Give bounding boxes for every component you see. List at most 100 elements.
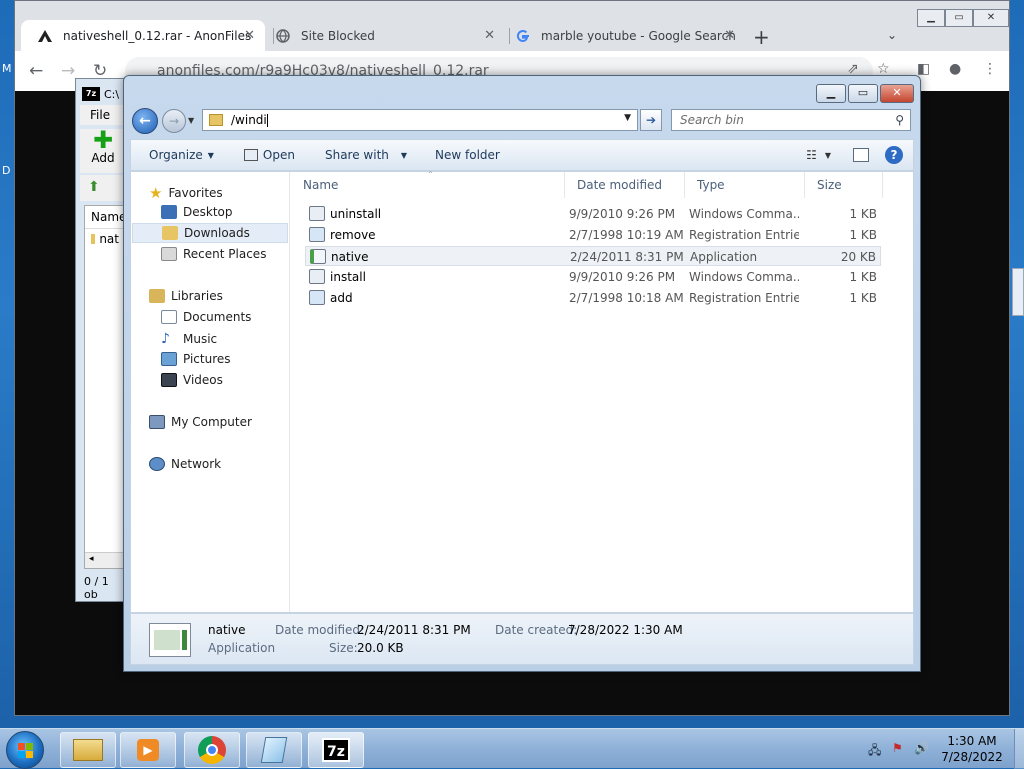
views-icon[interactable]: ☷ [806, 148, 817, 162]
command-bar: Organize ▼ Open Share with ▼ New folder ☷ … [130, 139, 914, 171]
search-icon: ⚲ [895, 113, 904, 127]
table-row[interactable]: remove 2/7/1998 10:19 AM Registration En… [305, 225, 881, 245]
volume-icon[interactable]: 🔊 [914, 741, 929, 755]
maximize-button[interactable]: ▭ [848, 84, 878, 103]
preview-pane-icon[interactable] [853, 148, 869, 162]
profile-icon[interactable]: ● [949, 61, 961, 77]
nav-label: Pictures [183, 352, 231, 366]
google-icon [515, 28, 531, 44]
nav-music[interactable]: ♪ Music [161, 331, 217, 347]
new-tab-button[interactable]: + [753, 25, 770, 49]
menu-file[interactable]: File [80, 105, 126, 125]
network-tray-icon[interactable]: 🖧 [868, 741, 881, 762]
minimize-button[interactable]: ▁ [917, 9, 945, 27]
view-controls: ☷ ▼ ? [806, 146, 903, 164]
libraries-icon [149, 289, 165, 303]
table-row[interactable]: uninstall 9/9/2010 9:26 PM Windows Comma… [305, 204, 881, 224]
7zip-icon: 7z [82, 87, 100, 101]
help-icon[interactable]: ? [885, 146, 903, 164]
nav-label: Videos [183, 373, 223, 387]
minimize-button[interactable]: ▁ [816, 84, 846, 103]
folder-up-button[interactable]: ⬆ [80, 175, 126, 201]
table-row[interactable]: install 9/9/2010 9:26 PM Windows Comma..… [305, 267, 881, 287]
detail-created-value: 7/28/2022 1:30 AM [568, 623, 683, 637]
nav-favorites[interactable]: ★ Favorites [149, 184, 223, 202]
forward-arrow-icon[interactable]: → [162, 109, 186, 133]
nav-desktop[interactable]: Desktop [161, 205, 233, 219]
desktop-label-d: D [2, 164, 11, 177]
start-button[interactable] [6, 731, 44, 769]
nav-my-computer[interactable]: My Computer [149, 415, 252, 429]
history-dropdown-icon[interactable]: ▼ [188, 116, 194, 125]
file-date: 2/24/2011 8:31 PM [570, 250, 684, 264]
nav-pictures[interactable]: Pictures [161, 352, 231, 366]
registry-icon [309, 290, 325, 305]
show-desktop-button[interactable] [1014, 729, 1024, 769]
maximize-button[interactable]: ▭ [945, 9, 973, 27]
search-input[interactable]: Search bin ⚲ [671, 109, 911, 131]
nav-label: Favorites [168, 186, 223, 200]
tab-anonfiles[interactable]: nativeshell_0.12.rar - AnonFiles ✕ [21, 20, 265, 51]
open-button[interactable]: Open [243, 148, 295, 162]
registry-icon [309, 227, 325, 242]
address-input[interactable]: /windi ▼ [202, 109, 638, 131]
taskbar-media-player[interactable]: ▶ [120, 732, 176, 768]
taskbar-notepad[interactable] [246, 732, 302, 768]
close-window-button[interactable]: ✕ [973, 9, 1009, 27]
file-type: Application [690, 250, 758, 264]
table-row[interactable]: native 2/24/2011 8:31 PM Application 20 … [305, 246, 881, 266]
nav-libraries[interactable]: Libraries [149, 289, 223, 303]
sidepanel-icon[interactable]: ◧ [917, 61, 930, 77]
menu-dots-icon[interactable]: ⋮ [983, 61, 997, 77]
file-name: install [330, 270, 366, 284]
file-name: remove [330, 228, 376, 242]
nav-videos[interactable]: Videos [161, 373, 223, 387]
column-header-size[interactable]: Size [805, 172, 883, 198]
organize-button[interactable]: Organize ▼ [149, 148, 214, 162]
taskbar-explorer[interactable] [60, 732, 116, 768]
file-size: 1 KB [849, 291, 877, 305]
new-folder-button[interactable]: New folder [435, 148, 500, 162]
column-header-type[interactable]: Type [685, 172, 805, 198]
chevron-down-icon[interactable]: ⌄ [887, 28, 897, 42]
explorer-icon [73, 739, 103, 761]
back-arrow-icon[interactable]: ← [132, 108, 158, 134]
tab-site-blocked[interactable]: Site Blocked ✕ [259, 20, 505, 51]
nav-recent-places[interactable]: Recent Places [161, 247, 266, 261]
close-icon[interactable]: ✕ [244, 28, 255, 43]
column-label: Date modified [577, 178, 663, 192]
chevron-down-icon[interactable]: ▼ [624, 113, 631, 123]
command-label: Open [262, 148, 295, 162]
list-item[interactable]: nat [85, 229, 125, 249]
column-header-date[interactable]: Date modified [565, 172, 685, 198]
close-icon[interactable]: ✕ [724, 28, 735, 43]
file-type: Windows Comma... [689, 207, 799, 221]
clock[interactable]: 1:30 AM 7/28/2022 [934, 733, 1010, 765]
chevron-down-icon[interactable]: ▼ [825, 151, 831, 160]
close-icon[interactable]: ✕ [484, 28, 495, 43]
scroll-left-icon[interactable]: ◂ [89, 554, 94, 564]
share-with-button[interactable]: Share with ▼ [325, 148, 407, 162]
table-row[interactable]: add 2/7/1998 10:18 AM Registration Entri… [305, 288, 881, 308]
back-arrow-icon[interactable]: ← [29, 61, 43, 81]
close-window-button[interactable]: ✕ [880, 84, 914, 103]
horizontal-scrollbar[interactable]: ◂ [85, 552, 125, 568]
nav-network[interactable]: Network [149, 457, 221, 471]
chrome-icon [198, 736, 226, 764]
globe-icon [275, 28, 291, 44]
add-button[interactable]: ✚ Add [80, 128, 126, 173]
column-header-name[interactable]: Name [85, 206, 126, 229]
file-date: 9/9/2010 9:26 PM [569, 270, 676, 284]
nav-downloads[interactable]: Downloads [132, 223, 288, 243]
explorer-body: ★ Favorites Desktop Downloads Recent Plac… [130, 170, 914, 613]
forward-arrow-icon[interactable]: → [61, 61, 75, 81]
tab-strip: nativeshell_0.12.rar - AnonFiles ✕ Site … [15, 1, 1009, 51]
taskbar-chrome[interactable] [184, 732, 240, 768]
nav-documents[interactable]: Documents [161, 310, 251, 324]
action-center-icon[interactable]: ⚑ [892, 741, 903, 755]
taskbar-7zip[interactable]: 7z [308, 732, 364, 768]
7zip-icon: 7z [322, 738, 350, 762]
tab-label: marble youtube - Google Search [541, 28, 736, 43]
go-arrow-icon[interactable]: ➔ [640, 109, 662, 131]
tab-google-search[interactable]: marble youtube - Google Search ✕ [499, 20, 745, 51]
